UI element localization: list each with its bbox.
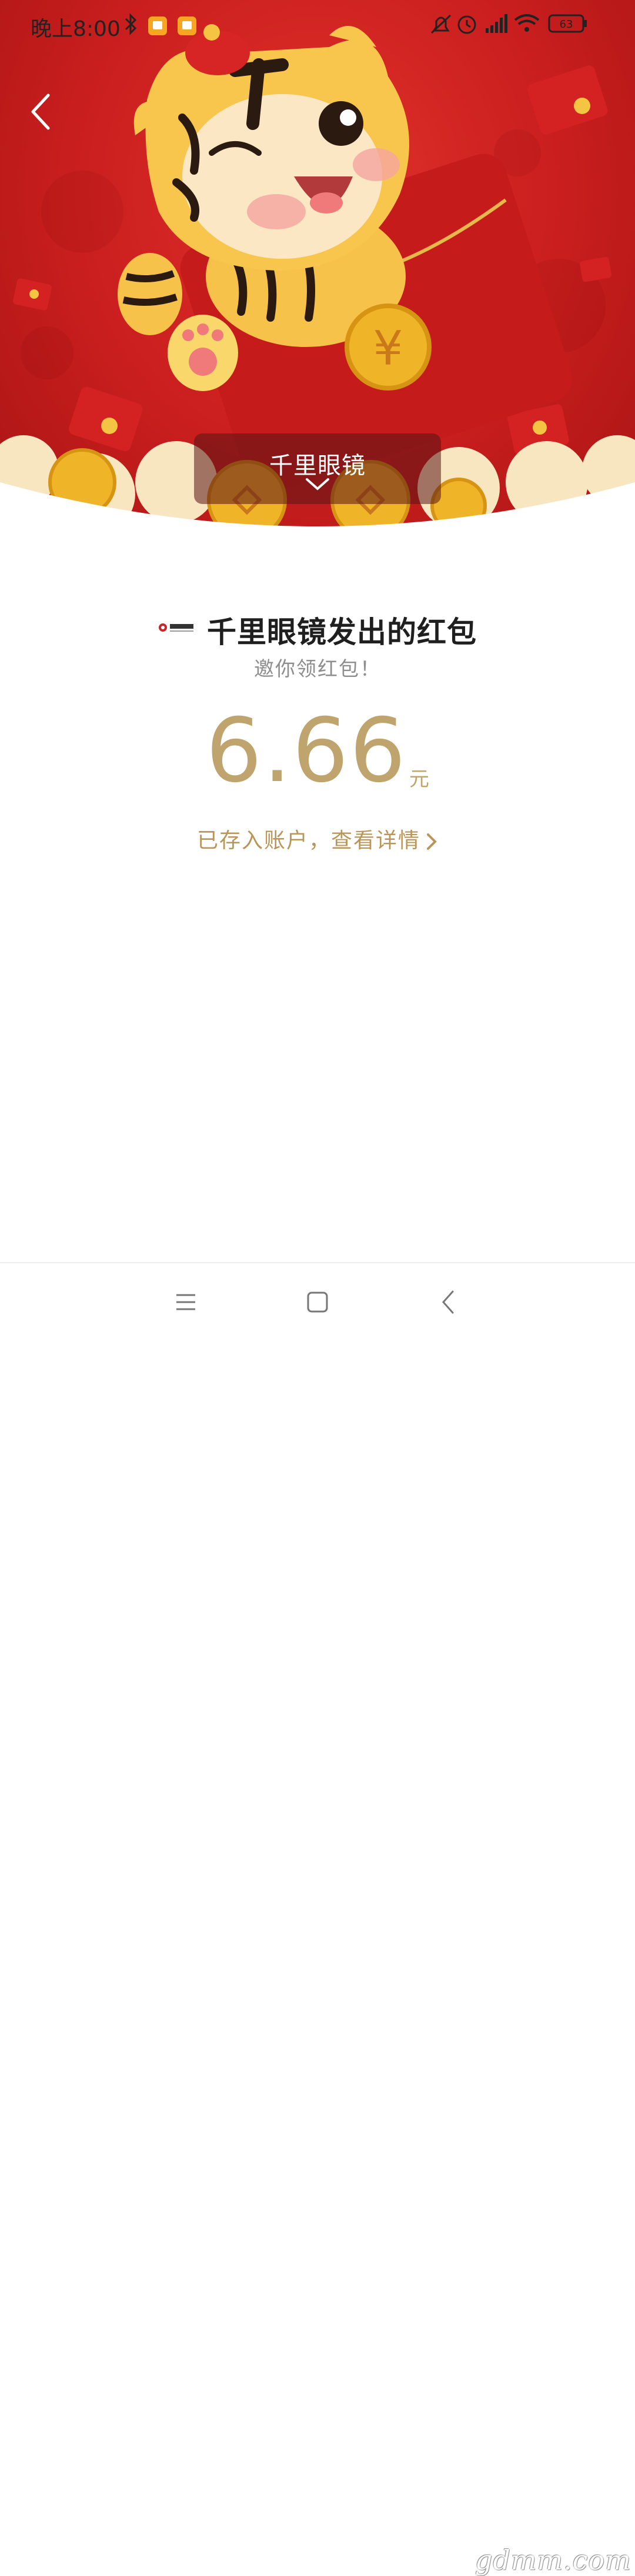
packet-title-row: 千里眼镜发出的红包 <box>0 609 635 651</box>
amount-value: 6.66 <box>206 700 407 802</box>
hero-banner: ¥ 晚上8:00 63 千里眼镜 <box>0 0 635 547</box>
amount-unit: 元 <box>409 768 429 791</box>
notification-app-icon <box>178 16 196 35</box>
watermark: gdmm.com <box>475 2544 631 2576</box>
chevron-right-icon <box>427 833 437 850</box>
nav-back-button[interactable] <box>432 1287 467 1317</box>
bluetooth-icon <box>125 13 137 35</box>
greeting-text: 邀你领红包！ <box>254 658 381 681</box>
home-icon <box>307 1292 328 1313</box>
mute-bell-icon <box>430 14 452 34</box>
wifi-icon <box>514 14 540 32</box>
view-details-link[interactable]: 已存入账户，查看详情 <box>0 823 635 854</box>
status-bar: 晚上8:00 63 <box>0 0 635 53</box>
back-arrow-icon <box>31 94 50 130</box>
menu-icon <box>176 1294 195 1310</box>
amount-row: 6.66 元 <box>0 700 635 802</box>
sender-logo <box>158 623 193 632</box>
system-nav-bar: gdmm.com <box>0 1263 635 2576</box>
red-packet-title: 千里眼镜发出的红包 <box>207 615 477 649</box>
sender-banner[interactable]: 千里眼镜 <box>194 433 441 504</box>
chevron-down-icon <box>306 478 329 490</box>
view-details-label: 已存入账户，查看详情 <box>196 829 420 853</box>
back-button[interactable] <box>25 88 60 135</box>
status-time: 晚上8:00 <box>31 17 121 41</box>
alarm-icon <box>457 15 476 34</box>
signal-icon <box>486 14 507 33</box>
svg-text:¥: ¥ <box>373 321 403 376</box>
menu-button[interactable] <box>168 1287 203 1317</box>
status-left-icons <box>125 13 196 35</box>
notification-app-icon <box>148 16 167 35</box>
home-button[interactable] <box>300 1287 335 1317</box>
nav-back-icon <box>442 1290 454 1314</box>
status-right-icons: 63 <box>430 14 587 34</box>
battery-icon: 63 <box>548 14 587 33</box>
battery-level: 63 <box>560 18 573 31</box>
